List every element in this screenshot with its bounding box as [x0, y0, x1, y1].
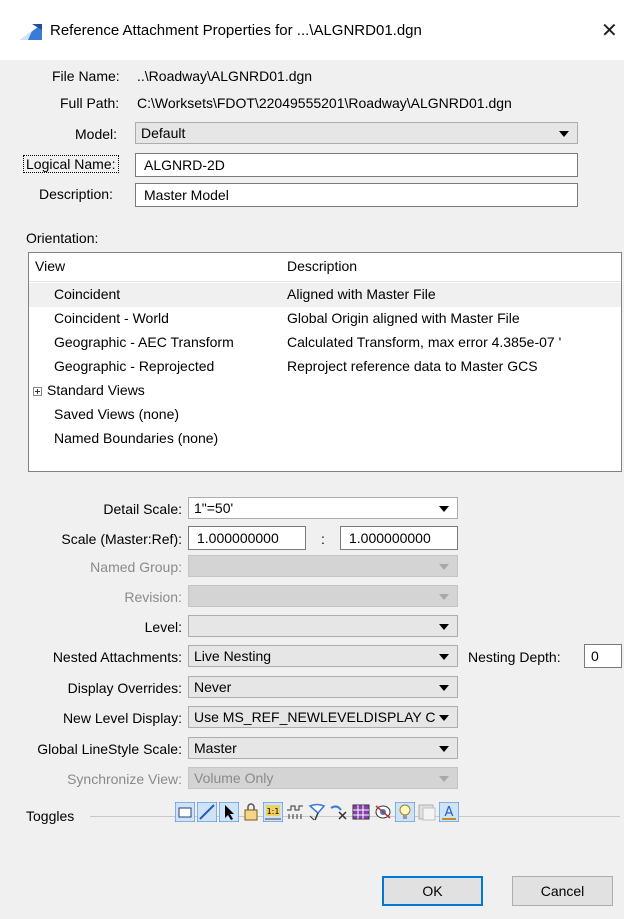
list-item[interactable]: Coincident - World Global Origin aligned…: [29, 307, 621, 331]
model-value: Default: [141, 125, 186, 141]
synchronize-view-label: Synchronize View:: [67, 771, 182, 787]
list-item[interactable]: Geographic - AEC Transform Calculated Tr…: [29, 331, 621, 355]
revision-dropdown[interactable]: [188, 585, 458, 607]
description-field[interactable]: Master Model: [135, 183, 578, 207]
view-name: Named Boundaries (none): [54, 430, 219, 446]
chevron-down-icon: [439, 654, 449, 660]
model-label: Model:: [75, 126, 118, 142]
text-annotation-icon[interactable]: A: [439, 802, 459, 822]
chevron-down-icon: [439, 594, 449, 600]
reference-attachment-icon: [20, 24, 42, 40]
cancel-button[interactable]: Cancel: [512, 876, 613, 906]
full-path-value: C:\Worksets\FDOT\22049555201\Roadway\ALG…: [137, 95, 512, 111]
ok-button[interactable]: OK: [382, 876, 483, 906]
chevron-down-icon: [439, 564, 449, 570]
dialog-body: File Name: ..\Roadway\ALGNRD01.dgn Full …: [0, 60, 624, 919]
view-name: Coincident - World: [54, 310, 169, 326]
view-name: Standard Views: [47, 382, 145, 398]
display-overrides-dropdown[interactable]: Never: [188, 676, 458, 698]
global-linestyle-scale-label: Global LineStyle Scale:: [37, 741, 182, 757]
model-dropdown[interactable]: Default: [135, 122, 578, 144]
nested-attachments-label: Nested Attachments:: [52, 649, 182, 665]
list-item-standard-views[interactable]: Standard Views: [29, 379, 621, 403]
display-overrides-value: Never: [194, 679, 232, 695]
orientation-list[interactable]: View Description Coincident Aligned with…: [28, 252, 622, 472]
dialog-title: Reference Attachment Properties for ...\…: [50, 22, 422, 39]
synchronize-view-value: Volume Only: [194, 770, 274, 786]
chevron-down-icon: [439, 685, 449, 691]
file-name-label: File Name:: [52, 68, 120, 84]
scale-lines-icon[interactable]: 1:1: [263, 802, 283, 822]
view-name: Geographic - Reprojected: [54, 358, 215, 374]
svg-text:A: A: [445, 805, 454, 820]
level-dropdown[interactable]: [188, 615, 458, 637]
description-label: Description:: [39, 186, 113, 202]
nested-attachments-dropdown[interactable]: Live Nesting: [188, 645, 458, 667]
display-overrides-label: Display Overrides:: [67, 680, 182, 696]
chevron-down-icon: [439, 624, 449, 630]
view-description: Aligned with Master File: [287, 286, 436, 302]
view-description: Global Origin aligned with Master File: [287, 310, 520, 326]
column-header-description[interactable]: Description: [287, 258, 357, 274]
scale-ref-field[interactable]: 1.000000000: [340, 526, 458, 550]
nesting-depth-field[interactable]: 0: [584, 644, 622, 668]
file-name-value: ..\Roadway\ALGNRD01.dgn: [137, 68, 313, 84]
detail-scale-dropdown[interactable]: 1"=50': [188, 497, 458, 519]
expand-plus-icon[interactable]: [33, 387, 42, 396]
linestyle-icon[interactable]: [285, 802, 305, 822]
locate-icon[interactable]: [219, 802, 239, 822]
view-description: Reproject reference data to Master GCS: [287, 358, 538, 374]
list-header: View Description: [29, 253, 621, 282]
chevron-down-icon: [439, 506, 449, 512]
chevron-down-icon: [559, 131, 569, 137]
new-level-display-label: New Level Display:: [62, 710, 182, 726]
named-group-label: Named Group:: [90, 559, 182, 575]
scale-master-field[interactable]: 1.000000000: [188, 526, 306, 550]
list-item[interactable]: Geographic - Reprojected Reproject refer…: [29, 355, 621, 379]
title-bar: Reference Attachment Properties for ...\…: [0, 0, 624, 60]
new-level-display-value: Use MS_REF_NEWLEVELDISPLAY Cor: [194, 709, 435, 725]
lights-icon[interactable]: [395, 802, 415, 822]
close-icon[interactable]: ✕: [601, 18, 618, 42]
raster-icon[interactable]: [351, 802, 371, 822]
view-name: Geographic - AEC Transform: [54, 334, 234, 350]
nested-attachments-value: Live Nesting: [194, 648, 272, 664]
snap-icon[interactable]: [197, 802, 217, 822]
chevron-down-icon: [439, 715, 449, 721]
named-group-dropdown[interactable]: [188, 555, 458, 577]
display-icon[interactable]: [175, 802, 195, 822]
detail-scale-value: 1"=50': [194, 500, 234, 516]
list-item[interactable]: Coincident Aligned with Master File: [29, 283, 621, 307]
logical-name-field[interactable]: ALGNRD-2D: [135, 153, 578, 177]
clip-icon[interactable]: [329, 802, 349, 822]
view-name: Coincident: [54, 286, 121, 302]
detail-scale-label: Detail Scale:: [103, 501, 182, 517]
new-level-display-dropdown[interactable]: Use MS_REF_NEWLEVELDISPLAY Cor: [188, 706, 458, 728]
logical-name-label: Logical Name:: [23, 155, 119, 173]
chevron-down-icon: [439, 776, 449, 782]
full-path-label: Full Path:: [60, 95, 120, 111]
nesting-depth-label: Nesting Depth:: [468, 649, 561, 665]
synchronize-view-dropdown[interactable]: Volume Only: [188, 767, 458, 789]
list-item[interactable]: Named Boundaries (none): [29, 427, 621, 451]
toggles-label: Toggles: [26, 808, 75, 824]
svg-text:1:1: 1:1: [267, 807, 280, 816]
scale-label: Scale (Master:Ref):: [61, 531, 182, 547]
chevron-down-icon: [439, 746, 449, 752]
level-label: Level:: [144, 619, 182, 635]
view-description: Calculated Transform, max error 4.385e-0…: [287, 334, 562, 350]
hidden-icon[interactable]: [417, 802, 437, 822]
mask-icon[interactable]: [373, 802, 393, 822]
column-header-view[interactable]: View: [35, 258, 65, 274]
global-linestyle-scale-dropdown[interactable]: Master: [188, 737, 458, 759]
revision-label: Revision:: [124, 589, 182, 605]
scale-separator: :: [321, 531, 325, 547]
orientation-label: Orientation:: [26, 230, 99, 246]
list-item[interactable]: Saved Views (none): [29, 403, 621, 427]
view-name: Saved Views (none): [54, 406, 180, 422]
lock-icon[interactable]: [241, 802, 261, 822]
treat-as-element-icon[interactable]: [307, 802, 327, 822]
global-linestyle-scale-value: Master: [194, 740, 237, 756]
